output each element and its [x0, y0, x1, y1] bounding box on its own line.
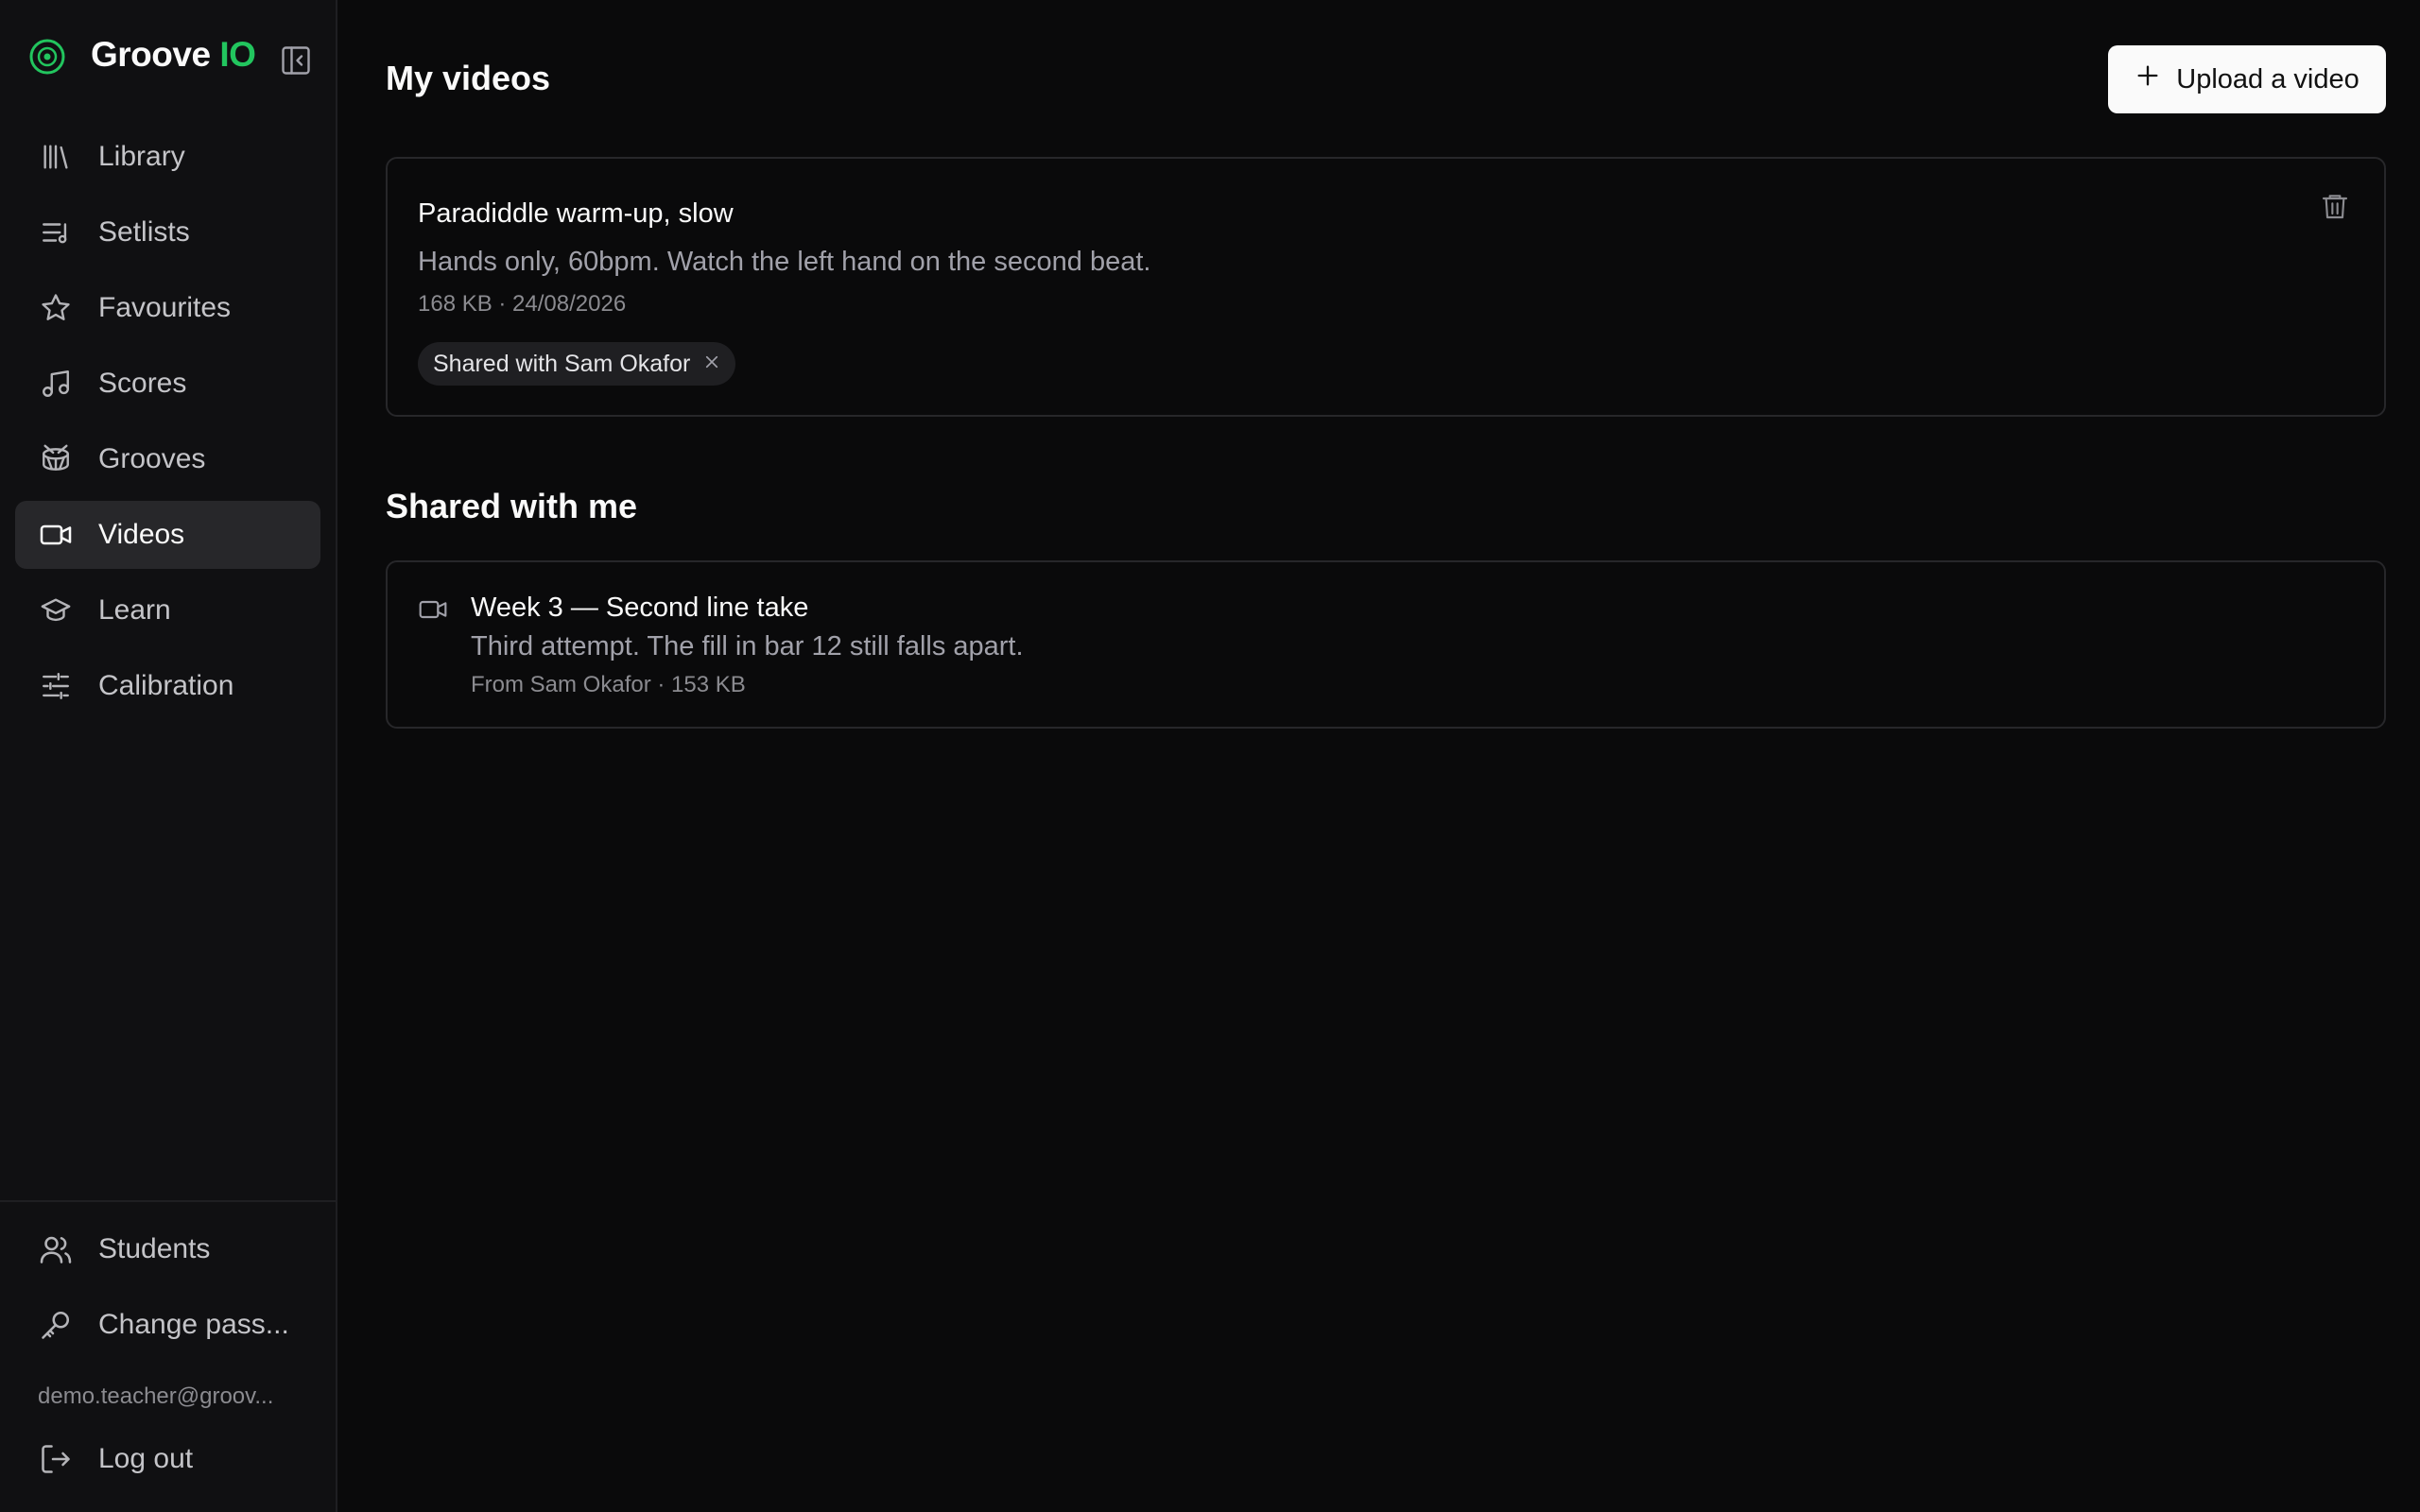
- upload-video-button[interactable]: Upload a video: [2108, 45, 2386, 113]
- video-meta: 168 KB · 24/08/2026: [418, 291, 627, 317]
- share-chip-label: Shared with Sam Okafor: [433, 350, 691, 377]
- sidebar-item-scores[interactable]: Scores: [15, 350, 320, 418]
- page-title: My videos: [386, 59, 551, 97]
- delete-video-icon[interactable]: [2314, 185, 2356, 227]
- my-videos-header: My videos Upload a video: [386, 0, 2386, 157]
- star-icon: [38, 290, 74, 326]
- upload-video-label: Upload a video: [2176, 63, 2360, 94]
- sidebar-item-library[interactable]: Library: [15, 123, 320, 191]
- video-icon: [418, 594, 452, 628]
- video-icon: [38, 517, 74, 553]
- sidebar-item-label: Calibration: [98, 670, 234, 701]
- users-icon: [38, 1231, 74, 1267]
- brand: Groove IO: [0, 0, 336, 113]
- remove-share-icon[interactable]: [703, 352, 720, 376]
- logout-button[interactable]: Log out: [15, 1425, 320, 1493]
- video-meta: From Sam Okafor · 153 KB: [471, 672, 746, 697]
- sidebar-item-label: Favourites: [98, 292, 232, 323]
- app-root: Groove IO Library Setlists Favourites Sc…: [0, 0, 2420, 1512]
- video-title: Paradiddle warm-up, slow: [418, 198, 734, 229]
- shared-with-me-header: Shared with me: [386, 417, 2386, 560]
- collapse-sidebar-icon[interactable]: [277, 42, 315, 79]
- share-chip: Shared with Sam Okafor: [418, 342, 736, 386]
- sidebar-item-label: Videos: [98, 519, 185, 550]
- graduation-cap-icon: [38, 593, 74, 628]
- sidebar-item-label: Students: [98, 1233, 211, 1264]
- shared-video-card[interactable]: Week 3 — Second line take Third attempt.…: [386, 560, 2386, 729]
- logout-icon: [38, 1441, 74, 1477]
- sidebar-item-videos[interactable]: Videos: [15, 501, 320, 569]
- key-icon: [38, 1307, 74, 1343]
- sidebar-item-students[interactable]: Students: [15, 1215, 320, 1283]
- sidebar-item-setlists[interactable]: Setlists: [15, 198, 320, 266]
- sidebar: Groove IO Library Setlists Favourites Sc…: [0, 0, 337, 1512]
- sliders-icon: [38, 668, 74, 704]
- library-icon: [38, 139, 74, 175]
- sidebar-item-label: Library: [98, 141, 185, 172]
- sidebar-item-label: Change pass...: [98, 1309, 289, 1340]
- video-title: Week 3 — Second line take: [471, 593, 809, 623]
- video-card[interactable]: Paradiddle warm-up, slow Hands only, 60b…: [386, 157, 2386, 417]
- drum-icon: [38, 441, 74, 477]
- setlist-icon: [38, 215, 74, 250]
- brand-name: Groove IO: [91, 35, 256, 74]
- sidebar-item-label: Scores: [98, 368, 187, 399]
- section-title-shared: Shared with me: [386, 487, 638, 525]
- plus-icon: [2135, 62, 2161, 96]
- sidebar-footer: Students Change pass... demo.teacher@gro…: [0, 1200, 336, 1512]
- user-email: demo.teacher@groov...: [38, 1383, 274, 1409]
- main-content: My videos Upload a video Paradiddle warm…: [337, 0, 2420, 1512]
- video-description: Third attempt. The fill in bar 12 still …: [471, 631, 1024, 662]
- video-description: Hands only, 60bpm. Watch the left hand o…: [418, 247, 1151, 277]
- sidebar-item-label: Learn: [98, 594, 171, 626]
- sidebar-item-grooves[interactable]: Grooves: [15, 425, 320, 493]
- sidebar-item-change-password[interactable]: Change pass...: [15, 1291, 320, 1359]
- sidebar-item-learn[interactable]: Learn: [15, 576, 320, 644]
- logout-label: Log out: [98, 1443, 194, 1474]
- sidebar-item-calibration[interactable]: Calibration: [15, 652, 320, 720]
- music-note-icon: [38, 366, 74, 402]
- logo-icon: [26, 36, 68, 77]
- sidebar-item-favourites[interactable]: Favourites: [15, 274, 320, 342]
- sidebar-item-label: Grooves: [98, 443, 206, 474]
- shared-video-text: Week 3 — Second line take Third attempt.…: [471, 593, 1024, 727]
- sidebar-item-label: Setlists: [98, 216, 190, 248]
- main-nav: Library Setlists Favourites Scores Groov…: [0, 113, 336, 728]
